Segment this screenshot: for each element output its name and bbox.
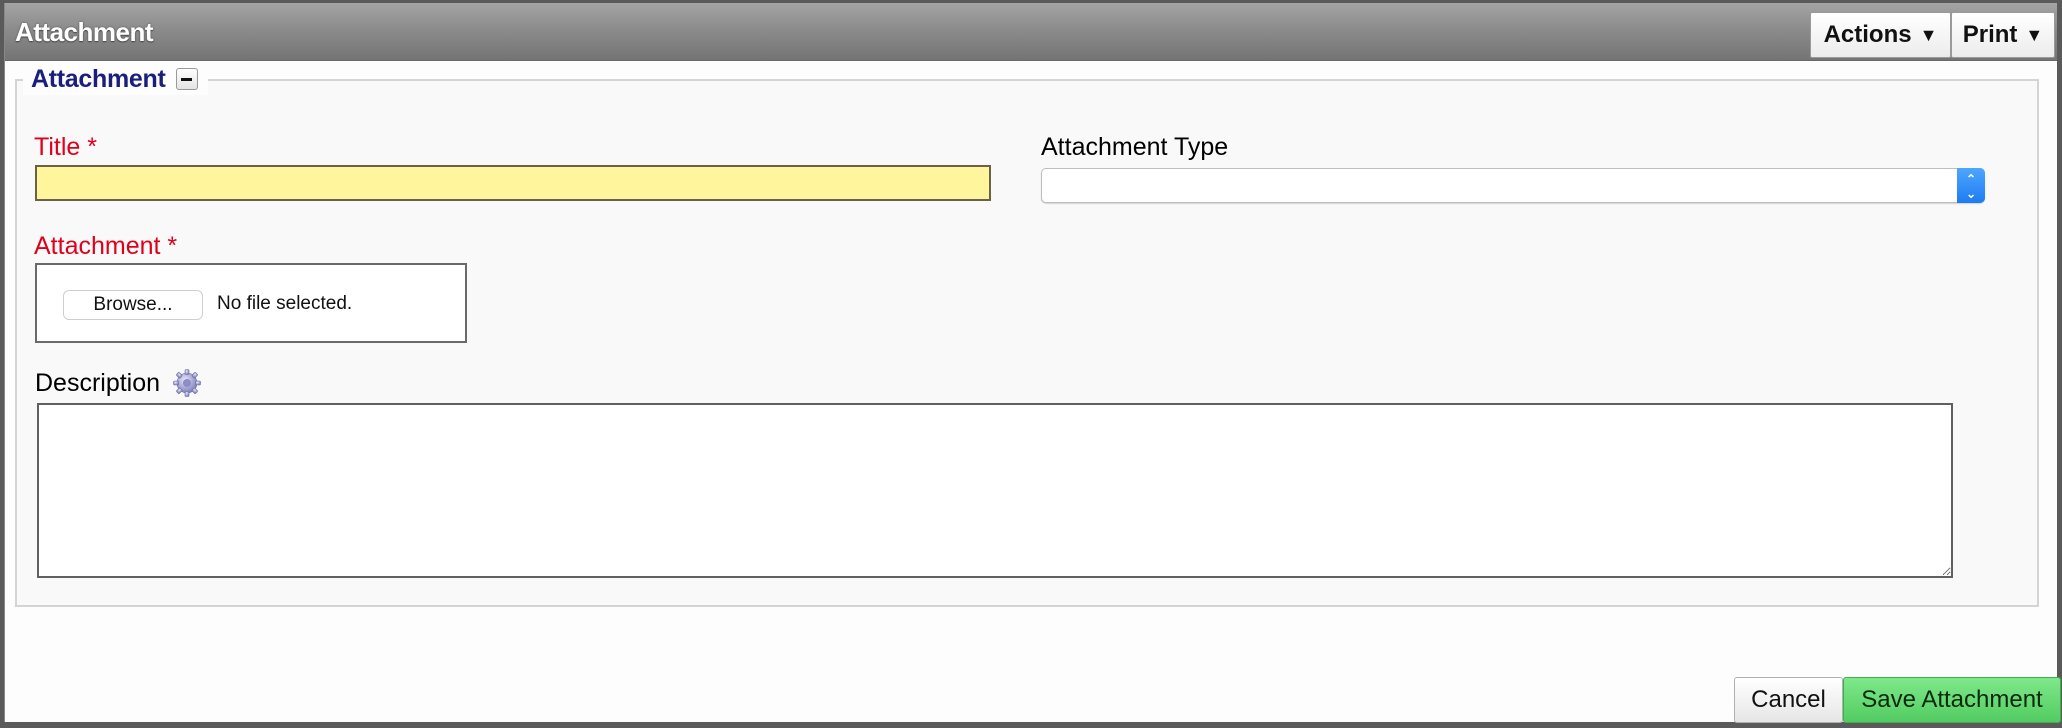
print-dropdown-button[interactable]: Print ▼ xyxy=(1951,12,2055,58)
select-arrows-icon: ⌃ ⌃ xyxy=(1957,168,1985,203)
collapse-section-button[interactable] xyxy=(175,68,198,90)
gear-icon[interactable] xyxy=(172,368,202,398)
attachment-type-label: Attachment Type xyxy=(1041,133,1229,161)
description-label: Description xyxy=(35,368,161,397)
cancel-button[interactable]: Cancel xyxy=(1734,677,1843,723)
attachment-type-select[interactable]: ⌃ ⌃ xyxy=(1041,168,1985,203)
fieldset-legend: Attachment xyxy=(23,63,208,95)
dialog-title: Attachment xyxy=(15,17,154,47)
file-status-text: No file selected. xyxy=(217,293,353,314)
description-label-row: Description xyxy=(35,368,202,398)
actions-label: Actions xyxy=(1823,21,1912,48)
section-title: Attachment xyxy=(31,64,166,93)
print-label: Print xyxy=(1962,21,2018,48)
file-upload-field: Browse... No file selected. xyxy=(35,263,467,343)
description-textarea[interactable] xyxy=(37,403,1953,578)
attachment-dialog: Attachment Actions ▼ Print ▼ Attachment … xyxy=(4,3,2061,723)
browse-button[interactable]: Browse... xyxy=(63,290,203,320)
actions-dropdown-button[interactable]: Actions ▼ xyxy=(1810,12,1951,58)
title-input[interactable] xyxy=(35,165,991,201)
minus-icon xyxy=(181,77,193,81)
caret-down-icon: ▼ xyxy=(1919,24,1938,45)
dialog-titlebar: Attachment Actions ▼ Print ▼ xyxy=(5,3,2057,61)
caret-down-icon: ▼ xyxy=(2025,24,2044,45)
title-label: Title * xyxy=(34,133,97,161)
save-attachment-button[interactable]: Save Attachment xyxy=(1843,677,2061,723)
attachment-label: Attachment * xyxy=(34,232,178,260)
